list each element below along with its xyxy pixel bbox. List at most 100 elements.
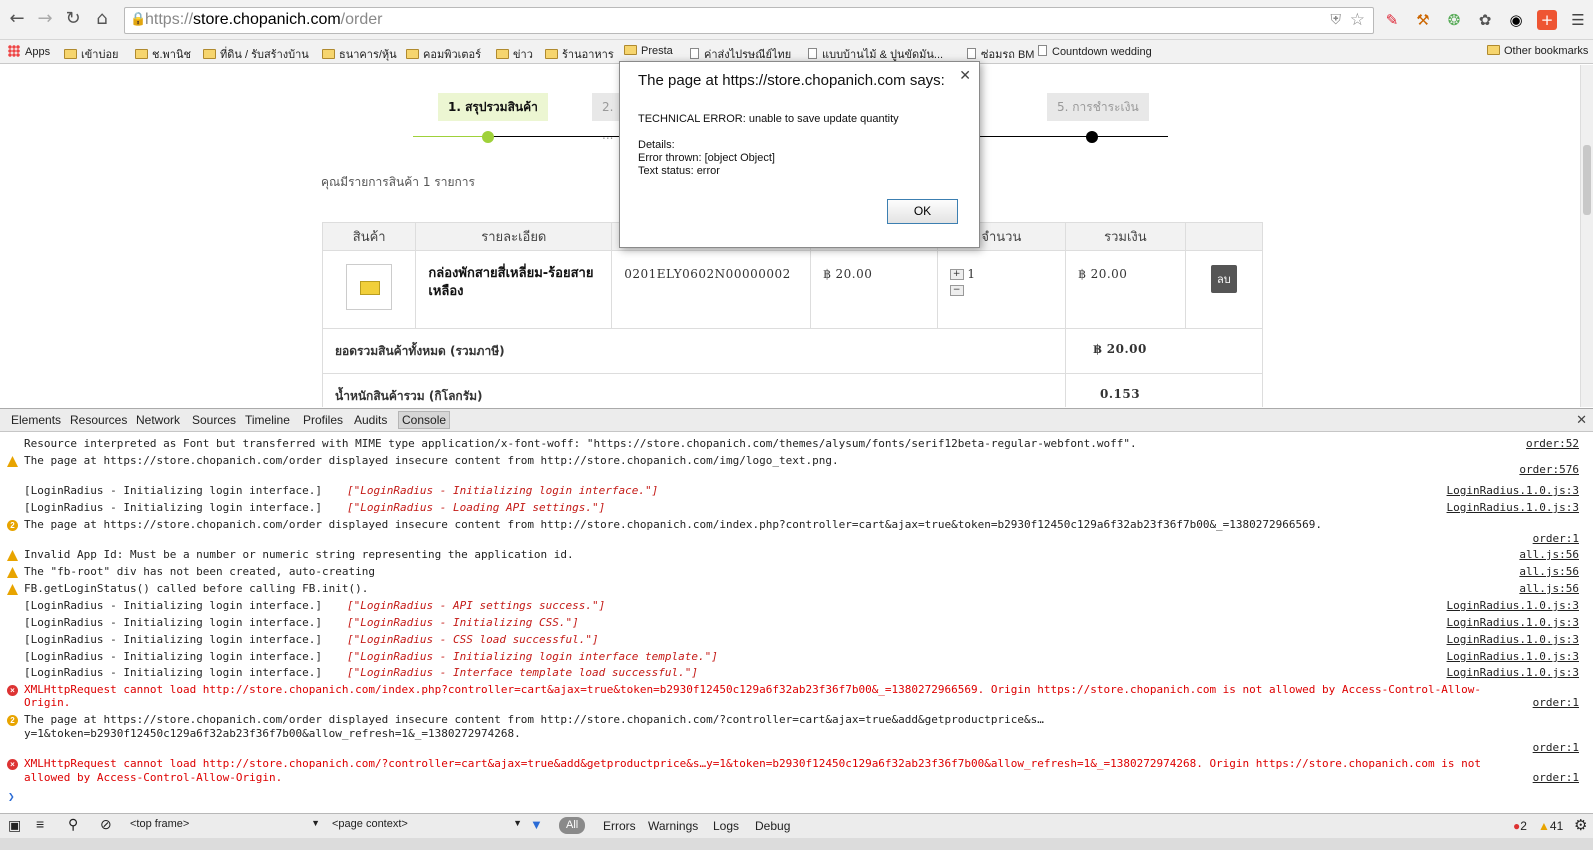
tab-elements[interactable]: Elements — [11, 413, 61, 427]
bookmark-item[interactable]: เข้าบ่อย — [64, 45, 119, 63]
console-source-link[interactable]: LoginRadius.1.0.js:3 — [1447, 666, 1579, 679]
color-wheel-extension-icon[interactable]: ❂ — [1444, 10, 1464, 30]
bookmark-star-icon[interactable]: ☆ — [1350, 10, 1365, 30]
bookmark-item[interactable]: ข่าว — [496, 45, 533, 63]
console-source-link[interactable]: LoginRadius.1.0.js:3 — [1447, 501, 1579, 514]
console-output: Resource interpreted as Font but transfe… — [0, 433, 1593, 810]
console-source-link[interactable]: order:1 — [1533, 532, 1579, 545]
circle-extension-icon[interactable]: ◉ — [1506, 10, 1526, 30]
console-message-detail: ["LoginRadius - Interface template load … — [347, 666, 698, 679]
forward-icon[interactable]: → — [34, 8, 56, 30]
console-source-link[interactable]: all.js:56 — [1519, 548, 1579, 561]
other-bookmarks[interactable]: Other bookmarks — [1487, 45, 1588, 57]
console-source-link[interactable]: LoginRadius.1.0.js:3 — [1447, 616, 1579, 629]
tab-audits[interactable]: Audits — [354, 413, 387, 427]
console-source-link[interactable]: LoginRadius.1.0.js:3 — [1447, 650, 1579, 663]
quantity-decrease-button[interactable]: − — [949, 285, 964, 296]
total-row: ยอดรวมสินค้าทั้งหมด (รวมภาษี) ฿ 20.00 — [321, 328, 1263, 374]
tab-network[interactable]: Network — [136, 413, 180, 427]
home-icon[interactable]: ⌂ — [91, 8, 113, 30]
warning-counter[interactable]: ▲41 — [1538, 819, 1563, 833]
product-thumb-cell — [321, 250, 417, 329]
chevron-down-icon: ▼ — [311, 818, 320, 828]
tab-resources[interactable]: Resources — [70, 413, 127, 427]
console-message: The "fb-root" div has not been created, … — [24, 565, 375, 578]
checkout-step-1[interactable]: 1. สรุปรวมสินค้า — [438, 93, 548, 121]
console-message: [LoginRadius - Initializing login interf… — [24, 484, 329, 497]
console-source-link[interactable]: LoginRadius.1.0.js:3 — [1447, 599, 1579, 612]
console-source-link[interactable]: order:52 — [1526, 437, 1579, 450]
checkout-step-2[interactable]: 2. ... — [592, 93, 622, 142]
bookmark-item[interactable]: Apps — [8, 45, 50, 58]
console-source-link[interactable]: all.js:56 — [1519, 582, 1579, 595]
dock-icon[interactable]: ▣ — [8, 817, 21, 834]
bookmark-item[interactable]: คอมพิวเตอร์ — [406, 45, 481, 63]
shield-icon[interactable]: ⛨ — [1331, 12, 1342, 28]
tab-console[interactable]: Console — [398, 411, 451, 429]
bookmark-item[interactable]: ที่ดิน / รับสร้างบ้าน — [203, 45, 309, 63]
drawer-icon[interactable]: ≡ — [36, 816, 44, 832]
bookmark-item[interactable]: Countdown wedding — [1038, 45, 1152, 58]
scrollbar-thumb[interactable] — [1583, 145, 1591, 215]
checkout-step-5[interactable]: 5. การชำระเงิน — [1047, 93, 1149, 121]
reload-icon[interactable]: ↻ — [62, 8, 84, 30]
quantity-increase-button[interactable]: + — [949, 269, 964, 280]
filter-logs-button[interactable]: Logs — [713, 819, 739, 833]
search-icon[interactable]: ⚲ — [68, 816, 78, 833]
console-source-link[interactable]: order:1 — [1533, 696, 1579, 709]
console-message-detail: ["LoginRadius - Loading API settings."] — [347, 501, 606, 514]
bookmark-label: ซ่อมรถ BM — [981, 49, 1035, 61]
address-url[interactable]: https://store.chopanich.com/order — [145, 11, 382, 29]
col-header-action — [1184, 222, 1264, 251]
page-scrollbar[interactable] — [1580, 65, 1593, 407]
frame-select-value: <top frame> — [130, 818, 190, 830]
tab-profiles[interactable]: Profiles — [303, 413, 343, 427]
tab-timeline[interactable]: Timeline — [245, 413, 290, 427]
filter-all-button[interactable]: All — [559, 817, 586, 834]
filter-warnings-button[interactable]: Warnings — [648, 819, 698, 833]
bug-extension-icon[interactable]: ✿ — [1475, 10, 1495, 30]
bookmark-item[interactable]: ร้านอาหาร — [545, 45, 614, 63]
product-box-shape — [360, 281, 381, 295]
console-message-detail: ["LoginRadius - API settings success."] — [347, 599, 606, 612]
total-value: ฿ 20.00 — [1093, 342, 1147, 356]
dialog-details-label: Details: — [638, 139, 675, 151]
bookmark-item[interactable]: ช.พานิช — [135, 45, 191, 63]
toolbox-extension-icon[interactable]: ⚒ — [1413, 10, 1433, 30]
console-source-link[interactable]: order:576 — [1519, 463, 1579, 476]
folder-icon — [64, 49, 77, 59]
console-source-link[interactable]: LoginRadius.1.0.js:3 — [1447, 633, 1579, 646]
plus-extension-icon[interactable]: + — [1537, 10, 1557, 30]
close-icon[interactable]: ✕ — [959, 67, 971, 84]
pencil-extension-icon[interactable]: ✎ — [1382, 10, 1402, 30]
back-icon[interactable]: ← — [6, 8, 28, 30]
product-image[interactable] — [346, 264, 393, 310]
ok-button[interactable]: OK — [887, 199, 958, 224]
settings-gear-icon[interactable]: ⚙ — [1574, 816, 1587, 834]
filter-icon[interactable]: ▼ — [530, 817, 543, 832]
close-icon[interactable]: ✕ — [1576, 412, 1587, 428]
console-source-link[interactable]: order:1 — [1533, 741, 1579, 754]
filter-errors-button[interactable]: Errors — [603, 819, 636, 833]
action-cell: ลบ — [1184, 250, 1264, 329]
page-icon — [967, 48, 976, 59]
console-source-link[interactable]: LoginRadius.1.0.js:3 — [1447, 484, 1579, 497]
folder-icon — [624, 45, 637, 55]
console-prompt-icon[interactable]: ❯ — [8, 790, 15, 803]
address-bar[interactable]: 🔒 https://store.chopanich.com/order ⛨ ☆ — [124, 7, 1374, 34]
frame-select[interactable]: <top frame> ▼ — [130, 818, 320, 834]
console-source-link[interactable]: order:1 — [1533, 771, 1579, 784]
folder-icon — [1487, 45, 1500, 55]
menu-icon[interactable]: ☰ — [1568, 10, 1588, 30]
delete-button[interactable]: ลบ — [1210, 265, 1237, 293]
product-name[interactable]: กล่องพักสายสี่เหลี่ยม-ร้อยสายเหลือง — [428, 265, 599, 301]
bookmark-item[interactable]: ธนาคาร/หุ้น — [322, 45, 397, 63]
tab-sources[interactable]: Sources — [192, 413, 236, 427]
clear-console-icon[interactable]: ⊘ — [100, 816, 112, 833]
console-source-link[interactable]: all.js:56 — [1519, 565, 1579, 578]
context-select[interactable]: <page context> ▼ — [332, 818, 522, 834]
bookmark-item[interactable]: Presta — [624, 45, 673, 57]
dialog-message: TECHNICAL ERROR: unable to save update q… — [638, 113, 899, 178]
filter-debug-button[interactable]: Debug — [755, 819, 790, 833]
error-counter[interactable]: ●2 — [1513, 819, 1527, 833]
